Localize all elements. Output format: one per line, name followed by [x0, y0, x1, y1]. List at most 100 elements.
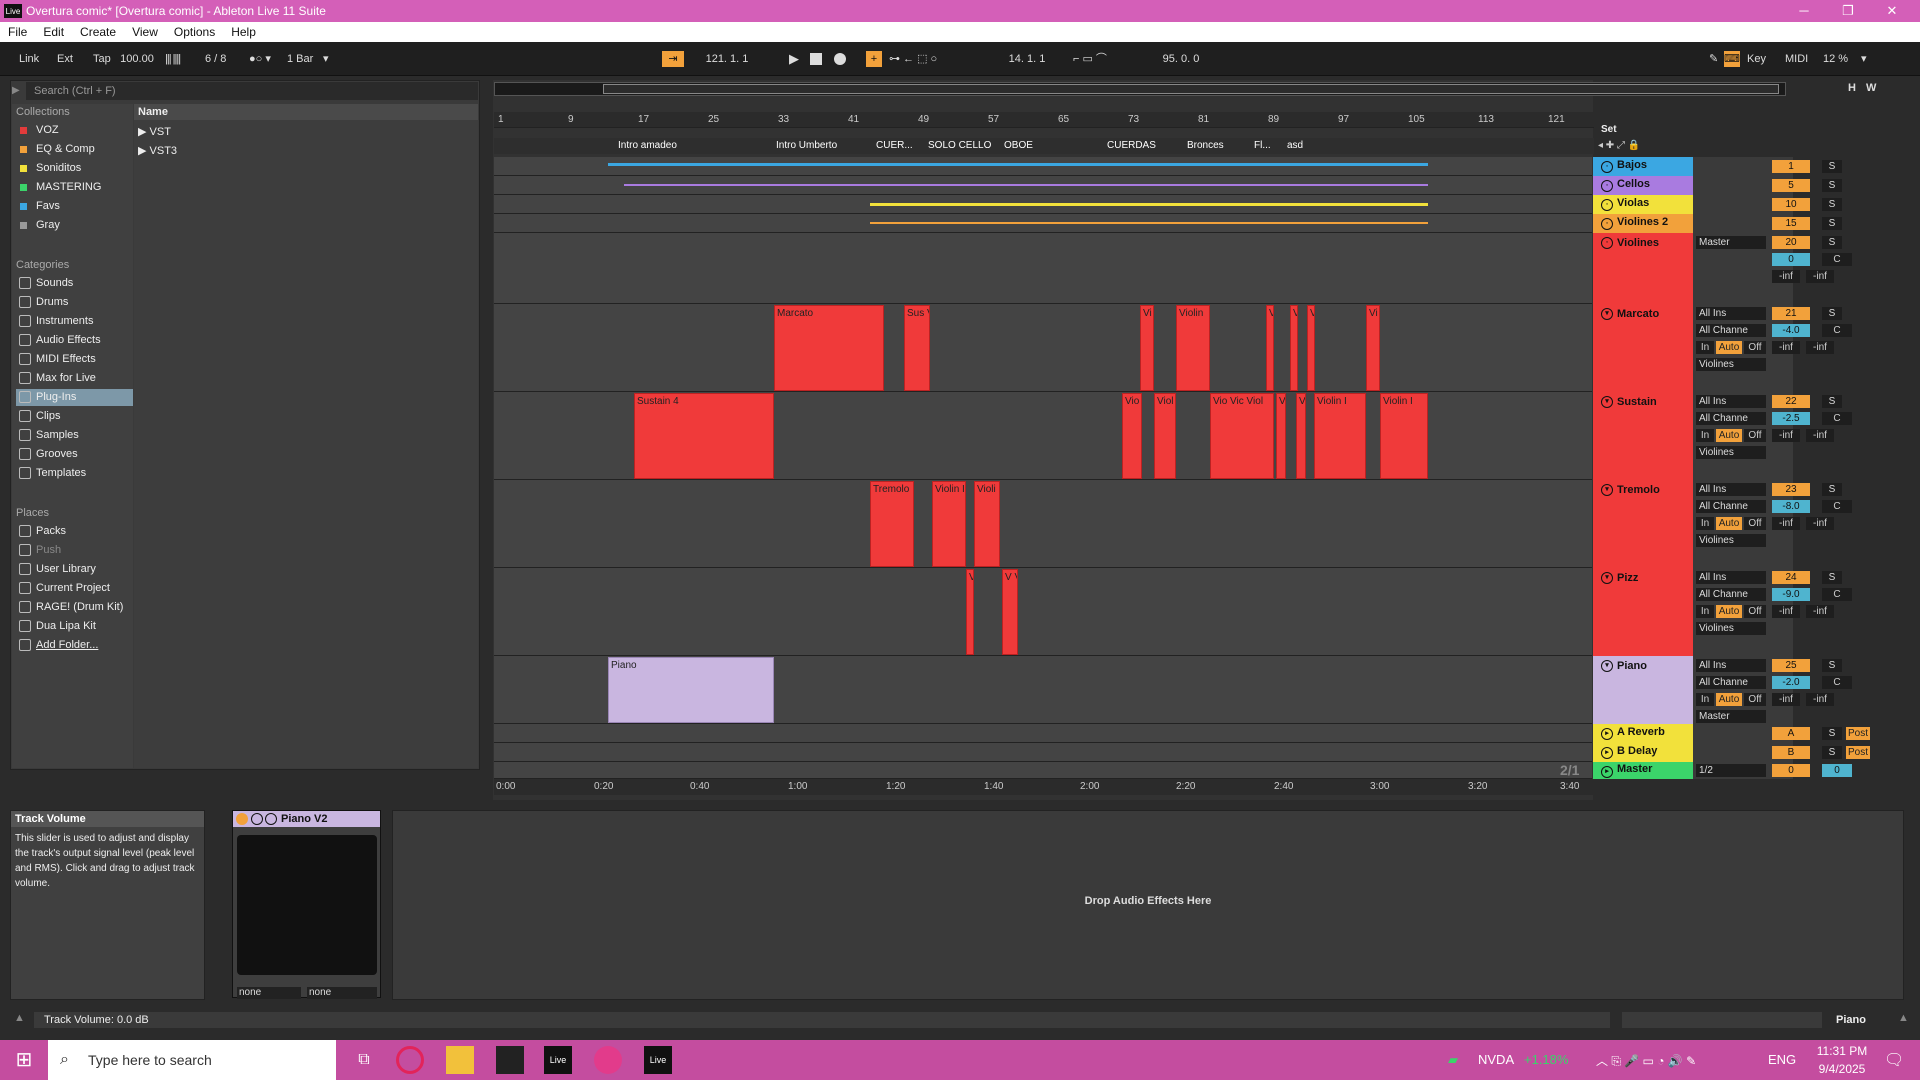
stop-icon[interactable]	[810, 53, 822, 65]
solo-button[interactable]: S	[1822, 179, 1842, 192]
overview-bar[interactable]	[494, 82, 1786, 96]
pan-field[interactable]: C	[1822, 253, 1852, 266]
category-sounds[interactable]: Sounds	[16, 275, 133, 292]
file-item-vst3[interactable]: ▶ VST3	[138, 143, 177, 159]
monitor-in-button[interactable]: In	[1696, 517, 1714, 530]
clip[interactable]: Viol	[1154, 393, 1176, 479]
input-channel-select[interactable]: All Channe	[1696, 412, 1766, 425]
device-title-bar[interactable]: Piano V2	[233, 811, 380, 827]
clip[interactable]: Sus V	[904, 305, 930, 391]
input-channel-select[interactable]: All Channe	[1696, 324, 1766, 337]
automation-arm-icon[interactable]: ⊶ ← ⬚ ○	[886, 51, 940, 67]
file-item-vst[interactable]: ▶ VST	[138, 124, 171, 140]
track-number[interactable]: 15	[1772, 217, 1810, 230]
locator[interactable]: Intro amadeo	[608, 140, 677, 151]
track-header-sustain[interactable]: ▾ Sustain	[1593, 392, 1693, 480]
locator[interactable]: SOLO CELLO	[918, 140, 991, 151]
ableton-live-icon[interactable]: Live	[544, 1046, 572, 1074]
stock-ticker[interactable]: NVDA	[1478, 1052, 1514, 1067]
ext-button[interactable]: Ext	[54, 51, 76, 67]
quantize-select[interactable]: 1 Bar	[284, 51, 316, 67]
track-number[interactable]: 10	[1772, 198, 1810, 211]
category-midi-effects[interactable]: MIDI Effects	[16, 351, 133, 368]
pan-field[interactable]: C	[1822, 324, 1852, 337]
track-fold-icon[interactable]: ◦	[1601, 199, 1613, 211]
track-header-tremolo[interactable]: ▾ Tremolo	[1593, 480, 1693, 568]
app-icon[interactable]	[496, 1046, 524, 1074]
input-channel-select[interactable]: All Channe	[1696, 676, 1766, 689]
browser-toggle-icon[interactable]: ▶	[12, 82, 24, 100]
taskbar-search-input[interactable]: ⌕ Type here to search	[48, 1040, 336, 1080]
category-instruments[interactable]: Instruments	[16, 313, 133, 330]
category-samples[interactable]: Samples	[16, 427, 133, 444]
lane-violas[interactable]	[494, 195, 1592, 214]
clip[interactable]: V V	[1002, 569, 1018, 655]
clip[interactable]: Piano	[608, 657, 774, 723]
clip[interactable]: V	[1307, 305, 1315, 391]
clock-time[interactable]: 11:31 PM	[1812, 1044, 1872, 1058]
track-fold-icon[interactable]: ▾	[1601, 484, 1613, 496]
lane-cellos[interactable]	[494, 176, 1592, 195]
loop-start-field[interactable]: 14. 1. 1	[990, 51, 1064, 67]
ableton-live-active-icon[interactable]: Live	[644, 1046, 672, 1074]
track-fold-icon[interactable]: ▸	[1601, 728, 1613, 740]
volume-field[interactable]: -2.5	[1772, 412, 1810, 425]
midi-map-button[interactable]: MIDI	[1782, 51, 1811, 67]
device-wrench-icon[interactable]	[265, 813, 277, 825]
metronome-icon[interactable]: ●○ ▾	[246, 51, 274, 67]
input-type-select[interactable]: All Ins	[1696, 483, 1766, 496]
volume-field[interactable]: -2.0	[1772, 676, 1810, 689]
master-output-select[interactable]: 1/2	[1696, 764, 1766, 777]
clip[interactable]: V	[1290, 305, 1298, 391]
track-number[interactable]: 22	[1772, 395, 1810, 408]
name-column-header[interactable]: Name	[134, 104, 478, 120]
clip[interactable]: Vio Vic Viol	[1210, 393, 1274, 479]
volume-field[interactable]: -8.0	[1772, 500, 1810, 513]
device-slot-2[interactable]: none	[307, 987, 377, 999]
clip[interactable]: Marcato	[774, 305, 884, 391]
track-header-master[interactable]: ▸ Master	[1593, 762, 1693, 779]
song-position-field[interactable]: 121. 1. 1	[690, 51, 764, 67]
clip[interactable]: Vi	[1366, 305, 1380, 391]
locator[interactable]: Bronces	[1177, 140, 1224, 151]
clock-date[interactable]: 9/4/2025	[1812, 1062, 1872, 1076]
language-indicator[interactable]: ENG	[1768, 1052, 1796, 1067]
monitor-off-button[interactable]: Off	[1744, 341, 1766, 354]
show-arrangement-icon[interactable]: W	[1866, 82, 1876, 94]
close-button[interactable]: ✕	[1872, 0, 1912, 22]
locator-nav-icon[interactable]: ◂ ✚ ⤢ 🔒	[1598, 140, 1640, 151]
beat-ruler[interactable]: 1 9 17 25 33 41 49 57 65 73 81 89 97 105…	[494, 112, 1594, 128]
monitor-auto-button[interactable]: Auto	[1716, 517, 1742, 530]
output-route-select[interactable]: Violines	[1696, 358, 1766, 371]
monitor-in-button[interactable]: In	[1696, 605, 1714, 618]
pre-post-button[interactable]: Post	[1846, 727, 1870, 740]
meter-field[interactable]: 6 / 8	[202, 51, 229, 67]
track-number[interactable]: 5	[1772, 179, 1810, 192]
monitor-in-button[interactable]: In	[1696, 693, 1714, 706]
track-header-piano[interactable]: ▾ Piano	[1593, 656, 1693, 724]
collection-mastering[interactable]: MASTERING	[16, 179, 133, 196]
place-rage-drum-kit[interactable]: RAGE! (Drum Kit)	[16, 599, 133, 616]
output-route-select[interactable]: Violines	[1696, 622, 1766, 635]
place-push[interactable]: Push	[16, 542, 133, 559]
cpu-chevron-icon[interactable]: ▾	[1858, 51, 1870, 67]
monitor-off-button[interactable]: Off	[1744, 517, 1766, 530]
category-clips[interactable]: Clips	[16, 408, 133, 425]
input-type-select[interactable]: All Ins	[1696, 571, 1766, 584]
track-fold-icon[interactable]: ◦	[1601, 180, 1613, 192]
category-templates[interactable]: Templates	[16, 465, 133, 482]
category-plug-ins[interactable]: Plug-Ins	[16, 389, 133, 406]
overdub-icon[interactable]: +	[866, 51, 882, 67]
device-drop-area[interactable]: Drop Audio Effects Here	[392, 810, 1904, 1000]
device-piano-v2[interactable]: Piano V2 none none	[232, 810, 381, 999]
device-slot-1[interactable]: none	[237, 987, 301, 999]
category-drums[interactable]: Drums	[16, 294, 133, 311]
input-channel-select[interactable]: All Channe	[1696, 588, 1766, 601]
menu-edit[interactable]: Edit	[35, 25, 72, 39]
track-header-a-reverb[interactable]: ▸ A Reverb	[1593, 724, 1693, 743]
track-header-b-delay[interactable]: ▸ B Delay	[1593, 743, 1693, 762]
place-user-library[interactable]: User Library	[16, 561, 133, 578]
monitor-in-button[interactable]: In	[1696, 429, 1714, 442]
locator[interactable]: CUERDAS	[1097, 140, 1156, 151]
track-fold-icon[interactable]: ▸	[1601, 747, 1613, 759]
